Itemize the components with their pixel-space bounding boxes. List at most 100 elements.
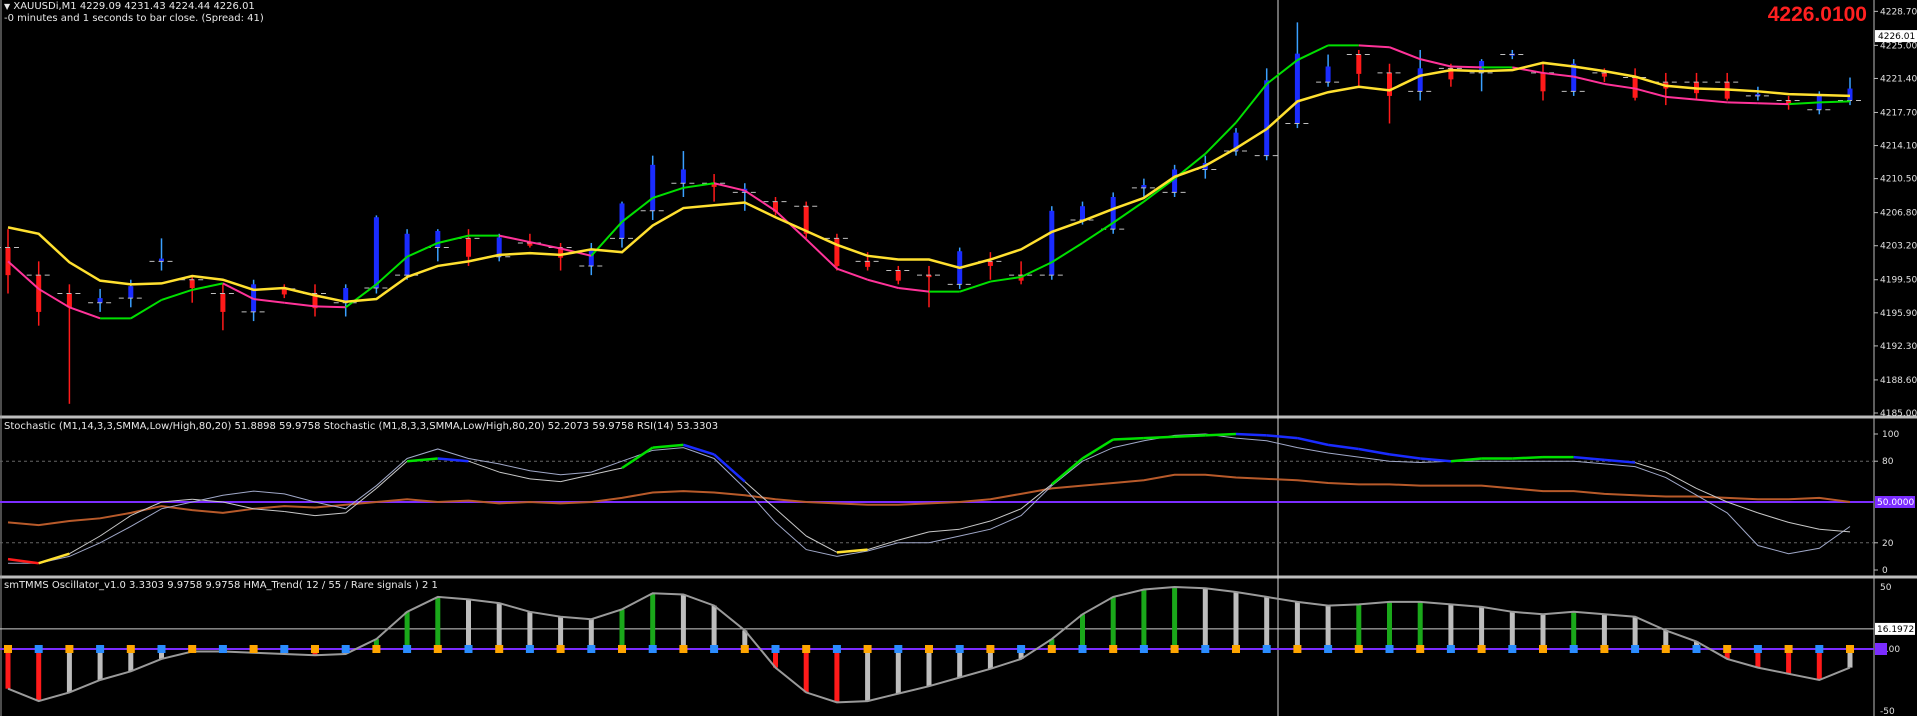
stoch-slow-segment	[621, 446, 654, 470]
fast-ma-segment	[836, 267, 868, 281]
osc-histogram-bar	[1417, 601, 1423, 649]
hma-trend-dot	[495, 645, 504, 653]
stoch-slow-segment	[1081, 438, 1114, 460]
hma-trend-dot	[740, 645, 749, 653]
fast-ma-segment	[1757, 102, 1789, 106]
candle-body	[865, 261, 871, 267]
hma-trend-dot	[1600, 645, 1609, 653]
stoch-axis-label: 80	[1882, 457, 1894, 467]
osc-histogram-bar	[1479, 606, 1485, 649]
stoch-slow-segment	[775, 508, 807, 537]
osc-histogram-bar	[97, 649, 103, 680]
stoch-slow-segment	[1696, 487, 1728, 503]
fast-ma-segment	[1296, 44, 1329, 61]
fast-ma-segment	[1665, 95, 1697, 101]
price-axis-label: 4228.70	[1880, 7, 1917, 17]
fast-ma-segment	[1358, 44, 1390, 49]
hma-trend-dot	[65, 645, 74, 653]
stoch-slow-segment	[345, 488, 377, 514]
price-axis-label: 4199.50	[1880, 276, 1917, 286]
osc-histogram-bar	[1540, 614, 1546, 649]
candle-body	[1080, 206, 1085, 220]
candle-body	[1387, 72, 1392, 96]
hma-trend-dot	[1631, 645, 1640, 653]
osc-histogram-bar	[5, 649, 11, 689]
hma-trend-dot	[587, 645, 596, 653]
osc-histogram-bar	[1141, 589, 1147, 649]
candle-body	[466, 238, 471, 257]
stoch-slow-segment	[1050, 457, 1084, 486]
osc-histogram-bar	[1325, 605, 1331, 649]
stoch-slow-segment	[7, 557, 39, 565]
candle-body	[834, 238, 840, 266]
osc-histogram-bar	[680, 594, 686, 649]
candle-body	[650, 164, 656, 211]
fast-ma-segment	[529, 241, 561, 250]
osc-histogram-bar	[650, 593, 656, 649]
hma-trend-dot	[1293, 645, 1302, 653]
hma-trend-dot	[1661, 645, 1670, 653]
hma-trend-dot	[249, 645, 258, 653]
candle-body	[281, 288, 287, 295]
fast-ma-segment	[437, 234, 469, 244]
candle-body	[435, 231, 441, 248]
hma-trend-dot	[556, 645, 565, 653]
candle-body	[1601, 72, 1607, 77]
hma-trend-dot	[1017, 645, 1026, 653]
osc-histogram-bar	[957, 649, 963, 678]
candle-body	[1325, 66, 1331, 83]
fast-ma-segment	[406, 242, 439, 258]
candle-body	[987, 261, 993, 266]
fast-ma-segment	[990, 275, 1022, 283]
stoch-axis-label: 20	[1882, 539, 1894, 549]
osc-histogram-bar	[895, 649, 901, 694]
fast-ma-segment	[130, 299, 163, 320]
hma-trend-dot	[4, 645, 12, 653]
fast-ma-segment	[1143, 177, 1176, 203]
stoch-slow-segment	[1113, 436, 1144, 441]
fast-ma-segment	[1419, 58, 1452, 68]
osc-histogram-bar	[66, 649, 72, 693]
osc-histogram-bar	[36, 649, 42, 702]
stoch-slow-segment	[867, 539, 899, 551]
stoch-slow-segment	[652, 443, 684, 449]
dropdown-triangle-icon[interactable]: ▼	[4, 2, 10, 11]
symbol-info: ▼ XAUUSDi,M1 4229.09 4231.43 4224.44 422…	[4, 1, 255, 13]
osc-histogram-bar	[527, 611, 533, 649]
hma-trend-dot	[218, 645, 227, 653]
hma-trend-dot	[1385, 645, 1394, 653]
fast-ma-segment	[652, 186, 684, 199]
hma-trend-dot	[1324, 645, 1333, 653]
fast-ma-segment	[498, 234, 531, 244]
fast-ma-segment	[1112, 200, 1145, 224]
stoch-slow-segment	[99, 515, 132, 537]
stoch-slow-segment	[928, 528, 960, 533]
osc-level-label: 16.1972	[1877, 625, 1914, 635]
osc-histogram-bar	[588, 619, 594, 649]
hma-trend-dot	[1262, 645, 1271, 653]
trading-chart[interactable]: 4228.70 4225.00 4221.40 4217.70 4214.10 4210.…	[0, 0, 1917, 716]
price-axis-label: 4210.50	[1880, 175, 1917, 185]
stoch-slow-segment	[38, 552, 70, 565]
stoch-slow-segment	[1327, 443, 1359, 451]
stoch-slow-segment	[990, 508, 1022, 522]
candle-body	[1847, 88, 1853, 101]
fast-ma-segment	[713, 182, 746, 192]
hma-trend-dot	[96, 645, 105, 653]
price-axis-label: 4217.70	[1880, 108, 1917, 118]
stoch-slow-segment	[222, 501, 254, 510]
stoch-slow-segment	[1266, 434, 1298, 440]
osc-histogram-bar	[834, 649, 840, 703]
hma-trend-dot	[986, 645, 995, 653]
stoch-slow-segment	[1235, 432, 1267, 437]
fast-ma-segment	[69, 306, 101, 320]
stoch-slow-segment	[1297, 436, 1329, 447]
hma-trend-dot	[1569, 645, 1578, 653]
hma-trend-dot	[1232, 645, 1240, 653]
fast-ma-segment	[1634, 87, 1667, 98]
stoch-slow-segment	[1788, 521, 1820, 530]
fast-ma-segment	[1081, 221, 1114, 244]
stoch-slow-segment	[1020, 483, 1053, 510]
hma-trend-dot	[525, 645, 534, 653]
osc-histogram-bar	[1233, 591, 1239, 649]
